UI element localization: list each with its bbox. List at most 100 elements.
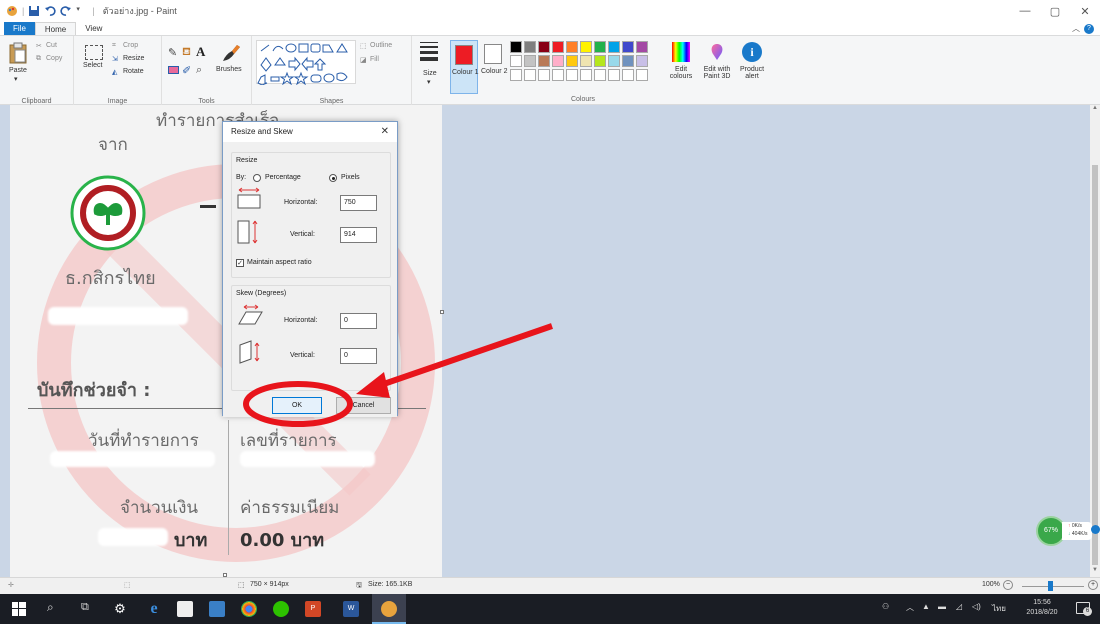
network-speed-widget[interactable]: 67% ↑ 0K/s ↓ 404K/s: [1036, 516, 1100, 546]
notification-center-icon[interactable]: 6: [1076, 602, 1092, 616]
palette-swatch[interactable]: [608, 55, 620, 67]
pixels-radio[interactable]: [329, 174, 337, 182]
palette-swatch[interactable]: [622, 41, 634, 53]
save-icon[interactable]: [28, 5, 40, 17]
tab-view[interactable]: View: [76, 22, 111, 35]
palette-swatch-empty[interactable]: [622, 69, 634, 81]
palette-swatch[interactable]: [636, 41, 648, 53]
tab-file[interactable]: File: [4, 22, 35, 35]
edge-browser-icon[interactable]: e: [146, 601, 162, 617]
wechat-icon[interactable]: [273, 601, 289, 617]
paste-button[interactable]: Paste ▾: [6, 42, 30, 86]
windows-start-icon[interactable]: [12, 602, 26, 616]
clock[interactable]: 15:56 2018/8/20: [1018, 598, 1066, 618]
scroll-down-icon[interactable]: ▼: [1090, 567, 1100, 577]
palette-swatch-empty[interactable]: [636, 69, 648, 81]
palette-swatch[interactable]: [538, 41, 550, 53]
task-view-icon[interactable]: ⧉: [81, 601, 89, 614]
palette-swatch-empty[interactable]: [538, 69, 550, 81]
palette-swatch[interactable]: [566, 55, 578, 67]
edit-with-paint3d-button[interactable]: Edit with Paint 3D: [700, 40, 734, 94]
palette-swatch[interactable]: [552, 41, 564, 53]
customize-toolbar-icon[interactable]: ▾: [76, 5, 88, 17]
palette-swatch-empty[interactable]: [552, 69, 564, 81]
zoom-slider[interactable]: [1022, 581, 1084, 591]
resize-vertical-input[interactable]: 914: [340, 227, 377, 243]
palette-swatch[interactable]: [538, 55, 550, 67]
collapse-ribbon-icon[interactable]: ︿: [1072, 23, 1080, 34]
skew-vertical-input[interactable]: 0: [340, 348, 377, 364]
powerpoint-icon[interactable]: P: [305, 601, 321, 617]
palette-swatch[interactable]: [594, 41, 606, 53]
magnifier-icon[interactable]: ⌕: [196, 64, 202, 77]
cancel-button[interactable]: Cancel: [336, 397, 391, 414]
palette-swatch[interactable]: [552, 55, 564, 67]
search-icon[interactable]: ⌕: [47, 600, 54, 615]
scroll-thumb[interactable]: [1092, 165, 1098, 565]
vertical-scrollbar[interactable]: ▲ ▼: [1090, 105, 1100, 577]
ok-button[interactable]: OK: [272, 397, 322, 414]
maximize-button[interactable]: ▢: [1040, 0, 1070, 22]
volume-icon[interactable]: ◁): [972, 602, 981, 611]
chrome-icon[interactable]: [241, 601, 257, 617]
size-button[interactable]: Size ▾: [416, 40, 444, 92]
skew-horizontal-input[interactable]: 0: [340, 313, 377, 329]
input-language[interactable]: ไทย: [992, 602, 1006, 615]
palette-swatch[interactable]: [524, 55, 536, 67]
tray-app-icon[interactable]: ▲: [922, 602, 930, 611]
palette-swatch-empty[interactable]: [510, 69, 522, 81]
palette-swatch[interactable]: [580, 55, 592, 67]
colour-picker-icon[interactable]: ✐: [182, 64, 191, 77]
fill-bucket-icon[interactable]: ⛾: [182, 46, 191, 60]
shapes-gallery[interactable]: [256, 40, 356, 86]
zoom-out-icon[interactable]: −: [1003, 580, 1013, 590]
dialog-close-icon[interactable]: ✕: [381, 122, 389, 142]
network-icon[interactable]: ◿: [956, 602, 962, 611]
people-icon[interactable]: ⚇: [882, 602, 889, 611]
palette-swatch[interactable]: [580, 41, 592, 53]
palette-swatch-empty[interactable]: [608, 69, 620, 81]
palette-swatch[interactable]: [510, 55, 522, 67]
palette-swatch-empty[interactable]: [524, 69, 536, 81]
maintain-aspect-checkbox[interactable]: ✓: [236, 259, 244, 267]
photos-app-icon[interactable]: [209, 601, 225, 617]
explorer-app-icon[interactable]: ⚙: [112, 601, 128, 617]
eraser-icon[interactable]: [168, 66, 179, 74]
palette-swatch[interactable]: [608, 41, 620, 53]
minimize-button[interactable]: —: [1010, 0, 1040, 22]
paint-taskbar-button[interactable]: [372, 594, 406, 624]
palette-swatch[interactable]: [636, 55, 648, 67]
colour1-button[interactable]: Colour 1: [450, 40, 478, 94]
text-icon[interactable]: A: [196, 44, 205, 60]
palette-swatch[interactable]: [510, 41, 522, 53]
redo-icon[interactable]: [60, 5, 72, 17]
scroll-up-icon[interactable]: ▲: [1090, 105, 1100, 115]
palette-swatch[interactable]: [622, 55, 634, 67]
brushes-button[interactable]: Brushes: [214, 42, 248, 86]
palette-swatch-empty[interactable]: [580, 69, 592, 81]
product-alert-button[interactable]: i Product alert: [736, 40, 768, 94]
percentage-radio[interactable]: [253, 174, 261, 182]
tab-home[interactable]: Home: [34, 22, 77, 35]
palette-swatch-empty[interactable]: [594, 69, 606, 81]
close-button[interactable]: ✕: [1070, 0, 1100, 22]
select-button[interactable]: Select: [82, 42, 106, 86]
palette-swatch[interactable]: [566, 41, 578, 53]
word-icon[interactable]: W: [343, 601, 359, 617]
colour2-button[interactable]: Colour 2: [480, 40, 508, 94]
show-hidden-icons-icon[interactable]: ︿: [906, 602, 914, 613]
zoom-in-icon[interactable]: +: [1088, 580, 1098, 590]
palette-swatch[interactable]: [524, 41, 536, 53]
pencil-icon[interactable]: ✎: [168, 46, 177, 59]
camera-app-icon[interactable]: [177, 601, 193, 617]
palette-swatch-empty[interactable]: [566, 69, 578, 81]
palette-swatch[interactable]: [594, 55, 606, 67]
edit-colours-button[interactable]: Edit colours: [666, 40, 696, 94]
resize-horizontal-input[interactable]: 750: [340, 195, 377, 211]
outline-label: Outline: [370, 42, 393, 49]
help-icon[interactable]: ?: [1084, 23, 1094, 34]
zoom-slider-thumb[interactable]: [1048, 581, 1053, 591]
undo-icon[interactable]: [44, 5, 56, 17]
battery-icon[interactable]: ▬: [938, 602, 946, 611]
canvas-resize-handle-right[interactable]: [440, 310, 444, 314]
